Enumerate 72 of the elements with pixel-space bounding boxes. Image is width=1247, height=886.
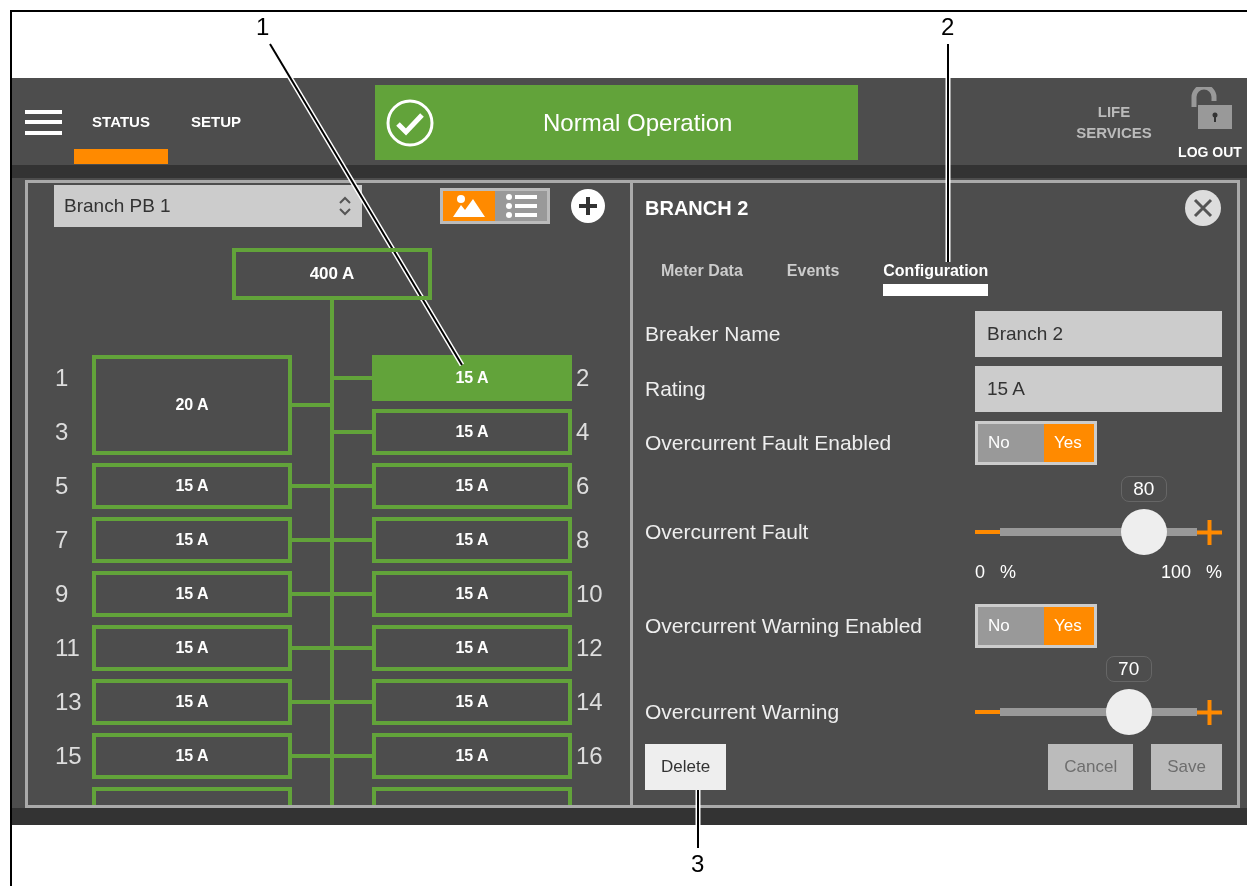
breaker-box[interactable]: 15 A [372,517,572,563]
field-label: Overcurrent Warning [645,699,841,725]
circuit-number: 5 [54,471,70,501]
breaker-box[interactable]: 15 A [92,571,292,617]
circuit-number: 11 [54,633,81,663]
breaker-box[interactable]: 15 A [372,733,572,779]
circuit-number: 13 [54,687,83,717]
detail-tab[interactable]: Events [786,233,840,296]
view-toggle-button[interactable] [443,191,495,221]
circuit-number: 2 [575,363,591,393]
list-icon [505,193,537,219]
breaker-box[interactable]: 15 A [372,679,572,725]
nav-tab[interactable]: STATUS [74,78,168,164]
field-label: Rating [645,376,707,402]
text-input[interactable]: 15 A [975,366,1222,412]
field-label: Overcurrent Fault Enabled [645,430,893,456]
updown-icon [338,195,352,217]
status-text: Normal Operation [543,107,733,138]
breaker-box[interactable]: 15 A [92,733,292,779]
panel-select[interactable]: Branch PB 1 [54,185,362,227]
breaker-box[interactable]: 15 A [92,517,292,563]
circuit-number: 6 [575,471,591,501]
circuit-number: 10 [575,579,604,609]
action-button[interactable]: Delete [645,744,727,790]
breaker-box[interactable]: 15 A [372,409,572,455]
breaker-box[interactable]: 20 A [92,355,292,455]
circuit-number: 16 [575,741,604,771]
logout-button[interactable]: LOG OUT [1174,87,1246,163]
callout-number: 3 [691,851,705,877]
plus-icon[interactable] [1197,699,1222,725]
circuit-number: 8 [575,525,591,555]
callout-number: 2 [941,14,955,40]
slider-value: 70 [1105,656,1152,682]
field-label: Overcurrent Warning Enabled [645,613,924,639]
breaker-box[interactable]: 15 A [92,679,292,725]
circuit-number: 14 [575,687,604,717]
text-input[interactable]: Branch 2 [975,311,1222,357]
main-breaker-box[interactable]: 400 A [232,248,432,300]
breaker-box[interactable]: 15 A [372,625,572,671]
breaker-box[interactable]: 15 A [92,463,292,509]
breaker-box[interactable]: 15 A [372,571,572,617]
field-label: Breaker Name [645,321,782,347]
leader-line [695,789,701,849]
callout-number: 1 [256,14,270,40]
breaker-box[interactable]: 15 A [92,625,292,671]
circuit-number: 3 [54,417,70,447]
field-label: Overcurrent Fault [645,519,810,545]
slider-thumb[interactable] [1105,689,1152,735]
circuit-number: 15 [54,741,83,771]
diagram-icon [453,193,485,219]
menu-icon[interactable] [25,110,62,135]
slider-thumb[interactable] [1120,509,1167,555]
circuit-number: 1 [54,363,70,393]
breaker-box[interactable]: 15 A [372,463,572,509]
circuit-number: 12 [575,633,604,663]
slider-value: 80 [1120,476,1167,502]
view-toggle-button[interactable] [495,191,547,221]
circuit-number: 4 [575,417,591,447]
panel-title: BRANCH 2 [645,196,749,221]
scale-label: 100 % [1160,560,1222,584]
circuit-number: 7 [54,525,70,555]
detail-tab[interactable]: Configuration [883,233,989,296]
check-circle-icon [385,97,435,148]
close-icon[interactable] [1184,189,1222,227]
view-toggle[interactable] [440,188,550,224]
add-icon[interactable] [570,188,606,224]
life-services-link[interactable]: LIFE SERVICES [1068,101,1160,143]
circuit-number: 9 [54,579,70,609]
scale-label: 0 % [975,560,1017,584]
plus-icon[interactable] [1197,519,1222,545]
nav-tab[interactable]: SETUP [169,78,263,164]
detail-tab[interactable]: Meter Data [661,233,743,296]
